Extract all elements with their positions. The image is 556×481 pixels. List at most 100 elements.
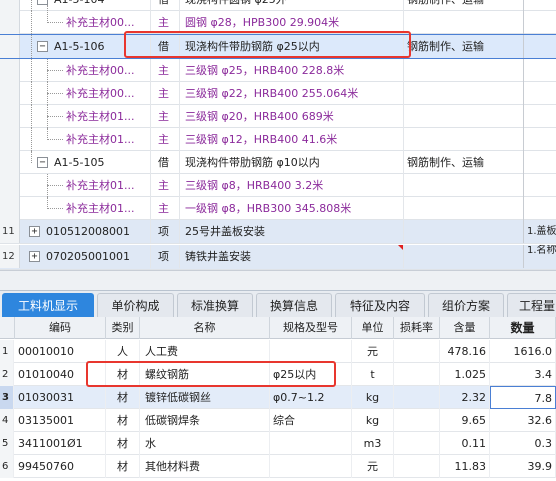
header-code[interactable]: 编码 xyxy=(15,317,106,339)
row-number xyxy=(0,174,20,197)
content-cell[interactable]: 11.83 xyxy=(440,455,490,478)
type-cell: 主 xyxy=(150,59,180,82)
quota-row-selected[interactable]: − A1-5-106 借 现浇构件带肋钢筋 φ25以内 钢筋制作、运输 xyxy=(0,34,556,59)
material-row[interactable]: 补充主材00... 主 三级钢 φ25，HRB400 228.8米 xyxy=(0,59,556,82)
collapse-toggle[interactable]: − xyxy=(37,157,48,168)
loss-cell[interactable] xyxy=(394,409,440,432)
quantity-cell[interactable]: 0.3 xyxy=(490,432,556,455)
name-cell[interactable]: 螺纹钢筋 xyxy=(140,363,270,386)
spec-cell[interactable] xyxy=(270,340,352,363)
spec-cell[interactable]: 综合 xyxy=(270,409,352,432)
code-cell[interactable]: 01010040 xyxy=(15,363,106,386)
tab-pricing-scheme[interactable]: 组价方案 xyxy=(428,293,504,317)
loss-cell[interactable] xyxy=(394,386,440,409)
spec-cell[interactable] xyxy=(270,432,352,455)
name-cell[interactable]: 其他材料费 xyxy=(140,455,270,478)
tab-quantity[interactable]: 工程量 xyxy=(507,293,556,317)
material-row[interactable]: 补充主材00... 主 圆钢 φ28，HPB300 29.904米 xyxy=(0,5,556,34)
quantity-cell[interactable]: 1616.0 xyxy=(490,340,556,363)
unit-cell[interactable]: t xyxy=(352,363,394,386)
type-cell: 借 xyxy=(150,0,180,11)
tab-unit-price[interactable]: 单价构成 xyxy=(97,293,174,317)
name-cell[interactable]: 人工费 xyxy=(140,340,270,363)
quota-row[interactable]: − A1-5-104 借 现浇构件圆钢 φ25外 钢筋制作、运输 xyxy=(0,0,556,11)
loss-cell[interactable] xyxy=(394,363,440,386)
table-row[interactable]: 5 3411001Ø1 材 水 m3 0.11 0.3 xyxy=(0,432,556,455)
material-row[interactable]: 补充主材01... 主 三级钢 φ8，HRB400 3.2米 xyxy=(0,174,556,197)
content-cell[interactable]: 478.16 xyxy=(440,340,490,363)
unit-cell[interactable]: 元 xyxy=(352,455,394,478)
code-cell[interactable]: 01030031 xyxy=(15,386,106,409)
content-cell[interactable]: 2.32 xyxy=(440,386,490,409)
category-cell[interactable]: 材 xyxy=(106,409,140,432)
table-row[interactable]: 6 99450760 材 其他材料费 元 11.83 39.9 xyxy=(0,455,556,478)
code-cell[interactable]: 99450760 xyxy=(15,455,106,478)
expand-toggle[interactable]: + xyxy=(29,226,40,237)
header-quantity[interactable]: 数量 xyxy=(490,317,556,339)
name-cell[interactable]: 水 xyxy=(140,432,270,455)
tab-features[interactable]: 特征及内容 xyxy=(335,293,425,317)
header-unit[interactable]: 单位 xyxy=(352,317,394,339)
type-cell: 主 xyxy=(150,174,180,197)
category-cell[interactable]: 材 xyxy=(106,455,140,478)
spec-cell[interactable]: φ25以内 xyxy=(270,363,352,386)
content-cell[interactable]: 1.025 xyxy=(440,363,490,386)
material-row[interactable]: 补充主材01... 主 三级钢 φ12，HRB400 41.6米 xyxy=(0,128,556,151)
unit-cell[interactable]: kg xyxy=(352,409,394,432)
code-cell[interactable]: 3411001Ø1 xyxy=(15,432,106,455)
header-content[interactable]: 含量 xyxy=(440,317,490,339)
table-row[interactable]: 1 00010010 人 人工费 元 478.16 1616.0 xyxy=(0,340,556,363)
quota-grid: − A1-5-104 借 现浇构件圆钢 φ25外 钢筋制作、运输 补充主材00.… xyxy=(0,0,556,270)
type-cell: 主 xyxy=(150,11,180,34)
quota-row[interactable]: − A1-5-105 借 现浇构件带肋钢筋 φ10以内 钢筋制作、运输 xyxy=(0,151,556,174)
header-category[interactable]: 类别 xyxy=(106,317,140,339)
unit-cell[interactable]: 元 xyxy=(352,340,394,363)
bill-item-row[interactable]: 12 + 070205001001 项 铸铁井盖安装 1.名称 2.规格 xyxy=(0,245,556,270)
category-cell[interactable]: 人 xyxy=(106,340,140,363)
table-row[interactable]: 4 03135001 材 低碳钢焊条 综合 kg 9.65 32.6 xyxy=(0,409,556,432)
material-row[interactable]: 补充主材01... 主 三级钢 φ20，HRB400 689米 xyxy=(0,105,556,128)
row-number: 3 xyxy=(0,386,14,409)
material-row[interactable]: 补充主材01... 主 一级钢 φ8，HRB300 345.808米 xyxy=(0,197,556,220)
table-row[interactable]: 2 01010040 材 螺纹钢筋 φ25以内 t 1.025 3.4 xyxy=(0,363,556,386)
header-name[interactable]: 名称 xyxy=(140,317,270,339)
unit-cell[interactable]: kg xyxy=(352,386,394,409)
collapse-toggle[interactable]: − xyxy=(37,41,48,52)
quantity-cell[interactable]: 3.4 xyxy=(490,363,556,386)
feature-cell xyxy=(523,0,556,11)
category-cell[interactable]: 材 xyxy=(106,432,140,455)
spec-cell[interactable]: φ0.7~1.2 xyxy=(270,386,352,409)
quantity-cell-active[interactable]: 7.8 xyxy=(490,386,556,409)
category-cell[interactable]: 材 xyxy=(106,386,140,409)
material-row[interactable]: 补充主材00... 主 三级钢 φ22，HRB400 255.064米 xyxy=(0,82,556,105)
code-cell[interactable]: 03135001 xyxy=(15,409,106,432)
pane-splitter[interactable] xyxy=(0,270,556,290)
tab-material-display[interactable]: 工料机显示 xyxy=(2,293,94,317)
tab-standard-conversion[interactable]: 标准换算 xyxy=(177,293,253,317)
table-row-selected[interactable]: 3 01030031 材 镀锌低碳钢丝 φ0.7~1.2 kg 2.32 7.8 xyxy=(0,386,556,409)
category-cell[interactable]: 材 xyxy=(106,363,140,386)
material-code: 补充主材00... xyxy=(66,87,135,100)
quota-code: A1-5-106 xyxy=(54,40,105,53)
name-cell[interactable]: 镀锌低碳钢丝 xyxy=(140,386,270,409)
expand-toggle[interactable]: + xyxy=(29,251,40,262)
spec-cell[interactable] xyxy=(270,455,352,478)
code-cell[interactable]: 00010010 xyxy=(15,340,106,363)
feature-cell xyxy=(523,197,556,220)
loss-cell[interactable] xyxy=(394,455,440,478)
content-cell[interactable]: 0.11 xyxy=(440,432,490,455)
quantity-cell[interactable]: 32.6 xyxy=(490,409,556,432)
quantity-cell[interactable]: 39.9 xyxy=(490,455,556,478)
tab-conversion-info[interactable]: 换算信息 xyxy=(256,293,332,317)
detail-tab-bar: 工料机显示 单价构成 标准换算 换算信息 特征及内容 组价方案 工程量 xyxy=(0,290,556,317)
work-content-cell xyxy=(403,11,523,34)
loss-cell[interactable] xyxy=(394,340,440,363)
bill-item-row[interactable]: 11 + 010512008001 项 25号井盖板安装 1.盖板 xyxy=(0,220,556,244)
loss-cell[interactable] xyxy=(394,432,440,455)
unit-cell[interactable]: m3 xyxy=(352,432,394,455)
content-cell[interactable]: 9.65 xyxy=(440,409,490,432)
header-spec[interactable]: 规格及型号 xyxy=(270,317,352,339)
header-loss-rate[interactable]: 损耗率 xyxy=(394,317,440,339)
name-cell[interactable]: 低碳钢焊条 xyxy=(140,409,270,432)
row-number xyxy=(0,11,20,34)
